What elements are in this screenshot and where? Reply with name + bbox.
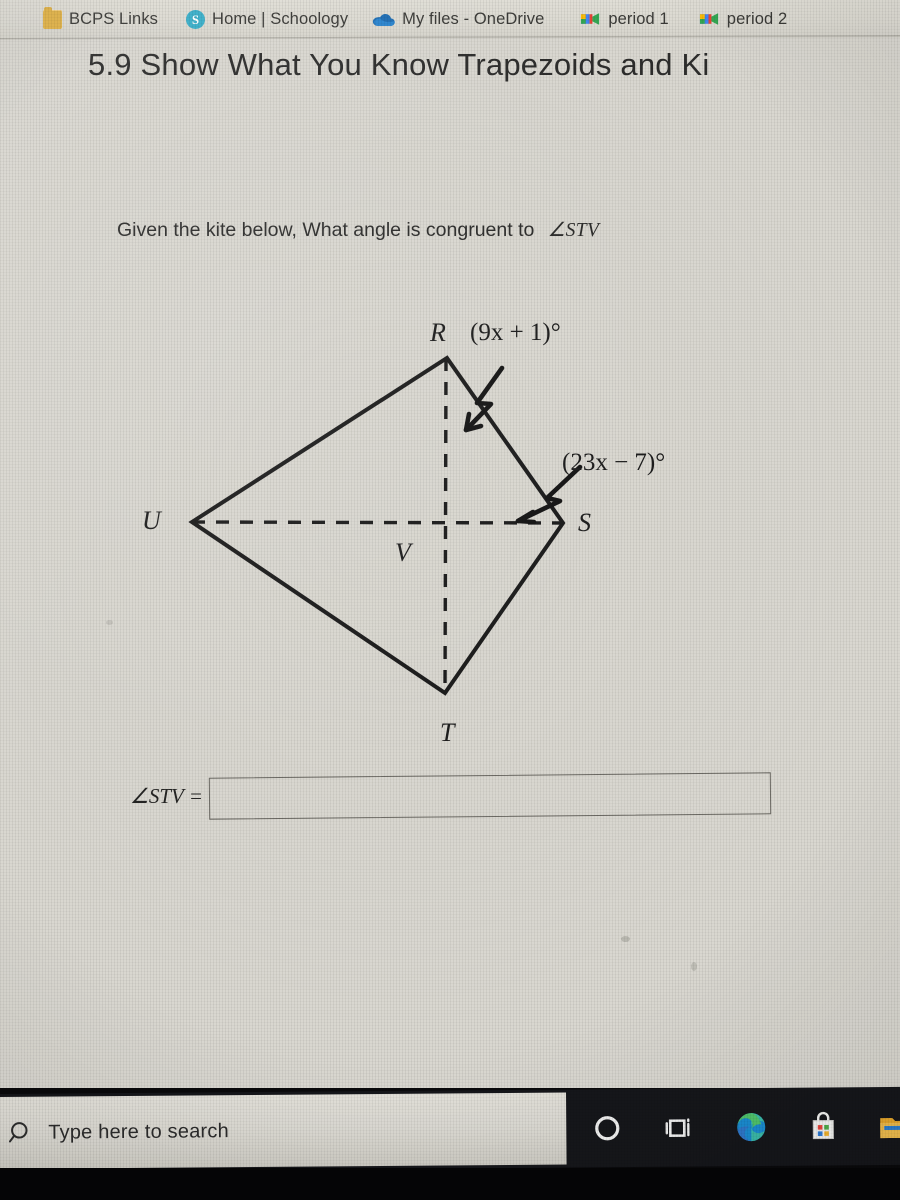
- answer-label: ∠STV =: [130, 783, 203, 808]
- browser-bookmarks-bar: BCPS Links S Home | Schoology My files -…: [0, 0, 900, 38]
- kite-outline: [188, 355, 566, 696]
- annotation-arrow-angle-r: [463, 365, 505, 433]
- question-prompt: Given the kite below, What angle is cong…: [117, 218, 599, 242]
- kite-diagonals: [191, 357, 564, 694]
- monitor-photo-screenshot: BCPS Links S Home | Schoology My files -…: [0, 0, 900, 1200]
- vertex-label-V: V: [395, 538, 411, 567]
- dust-speck: [621, 936, 630, 942]
- bookmark-label: period 1: [608, 9, 669, 28]
- vertex-label-R: R: [430, 318, 446, 347]
- angle-expression-R: (9x + 1)°: [470, 319, 561, 346]
- task-view-icon[interactable]: [662, 1111, 696, 1145]
- kite-figure: R S T U V (9x + 1)° (23x − 7)°: [110, 300, 810, 770]
- bookmark-my-files-onedrive[interactable]: My files - OneDrive: [363, 4, 553, 34]
- bookmark-home-schoology[interactable]: S Home | Schoology: [177, 4, 357, 34]
- question-prompt-angle: ∠STV: [547, 220, 600, 241]
- taskbar-search-placeholder: Type here to search: [48, 1119, 229, 1144]
- angle-expression-S: (23x − 7)°: [562, 449, 666, 476]
- cortana-icon[interactable]: [590, 1111, 624, 1145]
- search-icon: [8, 1120, 34, 1146]
- vertex-label-S: S: [578, 508, 591, 537]
- bookmark-label: Home | Schoology: [212, 9, 349, 28]
- screen-bezel-bottom: [0, 1168, 900, 1200]
- question-prompt-text: Given the kite below, What angle is cong…: [117, 219, 535, 241]
- onedrive-cloud-icon: [372, 12, 395, 27]
- microsoft-store-icon[interactable]: [806, 1109, 840, 1143]
- bookmark-period-1[interactable]: period 1: [571, 4, 677, 34]
- bookmark-label: period 2: [726, 9, 788, 28]
- taskbar-inner: Type here to search: [0, 1086, 900, 1172]
- bookmark-period-2[interactable]: period 2: [690, 4, 796, 34]
- taskbar-search-box[interactable]: Type here to search: [0, 1092, 567, 1170]
- microsoft-edge-icon[interactable]: [734, 1110, 768, 1144]
- file-explorer-icon[interactable]: [878, 1109, 900, 1143]
- answer-input[interactable]: [208, 772, 772, 820]
- bookmark-bcps-links[interactable]: BCPS Links: [34, 4, 167, 34]
- folder-icon: [43, 6, 62, 29]
- schoology-icon: S: [186, 9, 206, 29]
- bookmark-label: BCPS Links: [69, 9, 159, 28]
- google-meet-icon: [699, 10, 720, 28]
- dust-speck: [691, 962, 697, 971]
- google-meet-icon: [580, 10, 601, 28]
- bookmark-label: My files - OneDrive: [402, 9, 545, 28]
- page-title: 5.9 Show What You Know Trapezoids and Ki: [88, 47, 710, 82]
- taskbar-icon-group: [576, 1087, 900, 1168]
- vertex-label-T: T: [440, 718, 455, 747]
- vertex-label-U: U: [142, 506, 161, 535]
- answer-row: ∠STV =: [130, 772, 772, 820]
